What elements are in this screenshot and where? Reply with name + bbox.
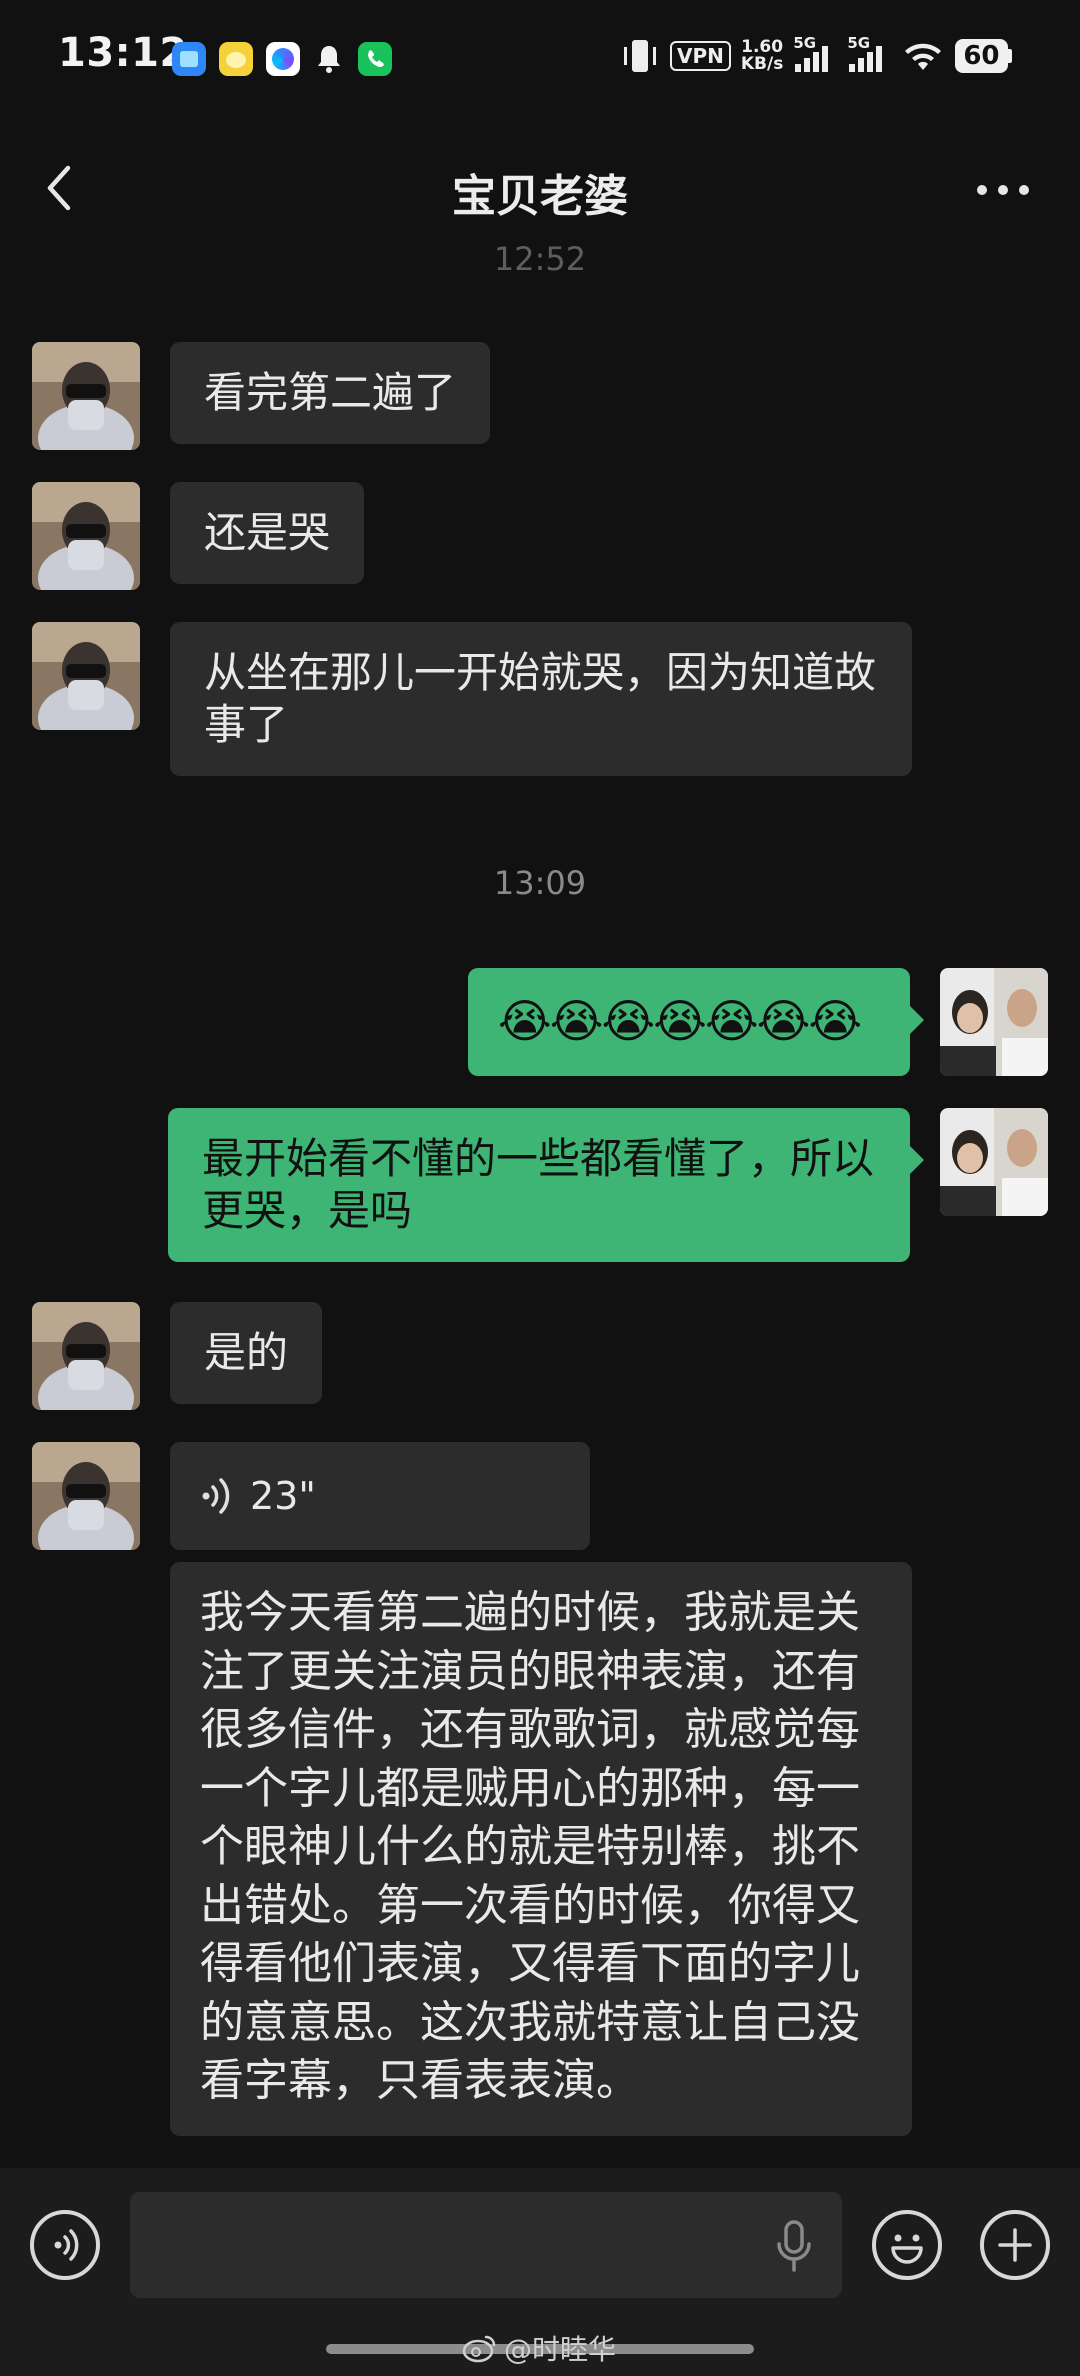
contact-avatar[interactable] (32, 342, 140, 450)
emoji-icon[interactable] (872, 2210, 942, 2280)
contact-avatar[interactable] (32, 622, 140, 730)
bell-icon (312, 42, 346, 76)
app-icon-multicolor (266, 42, 300, 76)
voice-transcript-bubble[interactable]: 我今天看第二遍的时候，我就是关注了更关注演员的眼神表演，还有很多信件，还有歌歌词… (170, 1562, 912, 2136)
status-bar: 13:12 VPN 1.60 KB/s 5G 5G 60 (0, 0, 1080, 120)
message-text: 最开始看不懂的一些都看懂了，所以更哭，是吗 (202, 1134, 875, 1235)
bubble-tail (910, 1006, 924, 1034)
network-speed: 1.60 KB/s (740, 37, 784, 74)
vpn-badge: VPN (670, 41, 731, 71)
bubble-tail (910, 1146, 924, 1174)
voice-duration: 23" (250, 1474, 316, 1518)
user-avatar[interactable] (940, 1108, 1048, 1216)
message-input[interactable] (130, 2192, 842, 2298)
more-dots-icon[interactable] (976, 178, 1030, 202)
voice-input-icon[interactable] (30, 2210, 100, 2280)
voice-wave-icon (202, 1478, 230, 1514)
status-time: 13:12 (58, 30, 188, 76)
message-bubble-incoming[interactable]: 还是哭 (170, 482, 365, 584)
timestamp: 13:09 (493, 864, 587, 902)
message-bubble-incoming[interactable]: 看完第二遍了 (170, 342, 491, 444)
message-bubble-incoming[interactable]: 从坐在那儿一开始就哭，因为知道故事了 (170, 622, 912, 776)
status-right-group: VPN 1.60 KB/s 5G 5G 60 (620, 34, 1012, 76)
voice-message-bubble[interactable]: 23" (170, 1442, 590, 1550)
app-icon-blue (172, 42, 206, 76)
plus-icon[interactable] (980, 2210, 1050, 2280)
chat-title: 宝贝老婆 (452, 171, 628, 222)
signal-icon-2: 5G (847, 34, 891, 74)
message-bubble-outgoing[interactable]: 😭😭😭😭😭😭😭 (468, 968, 924, 1076)
contact-avatar[interactable] (32, 1302, 140, 1410)
signal-icon: 5G (793, 34, 837, 74)
phone-icon (358, 42, 392, 76)
message-bubble-outgoing[interactable]: 最开始看不懂的一些都看懂了，所以更哭，是吗 (168, 1108, 924, 1262)
timestamp: 12:52 (493, 240, 587, 278)
contact-avatar[interactable] (32, 482, 140, 590)
vibrate-icon (624, 40, 656, 72)
app-icon-yellow (219, 42, 253, 76)
message-bubble-incoming[interactable]: 是的 (170, 1302, 323, 1404)
weibo-logo-icon (462, 2335, 496, 2363)
message-text: 😭😭😭😭😭😭😭 (498, 994, 862, 1048)
user-avatar[interactable] (940, 968, 1048, 1076)
contact-avatar[interactable] (32, 1442, 140, 1550)
microphone-icon[interactable] (774, 2218, 814, 2274)
battery-icon: 60 (955, 39, 1012, 73)
watermark: @时睦华 (462, 2328, 616, 2368)
wifi-icon (905, 43, 942, 70)
